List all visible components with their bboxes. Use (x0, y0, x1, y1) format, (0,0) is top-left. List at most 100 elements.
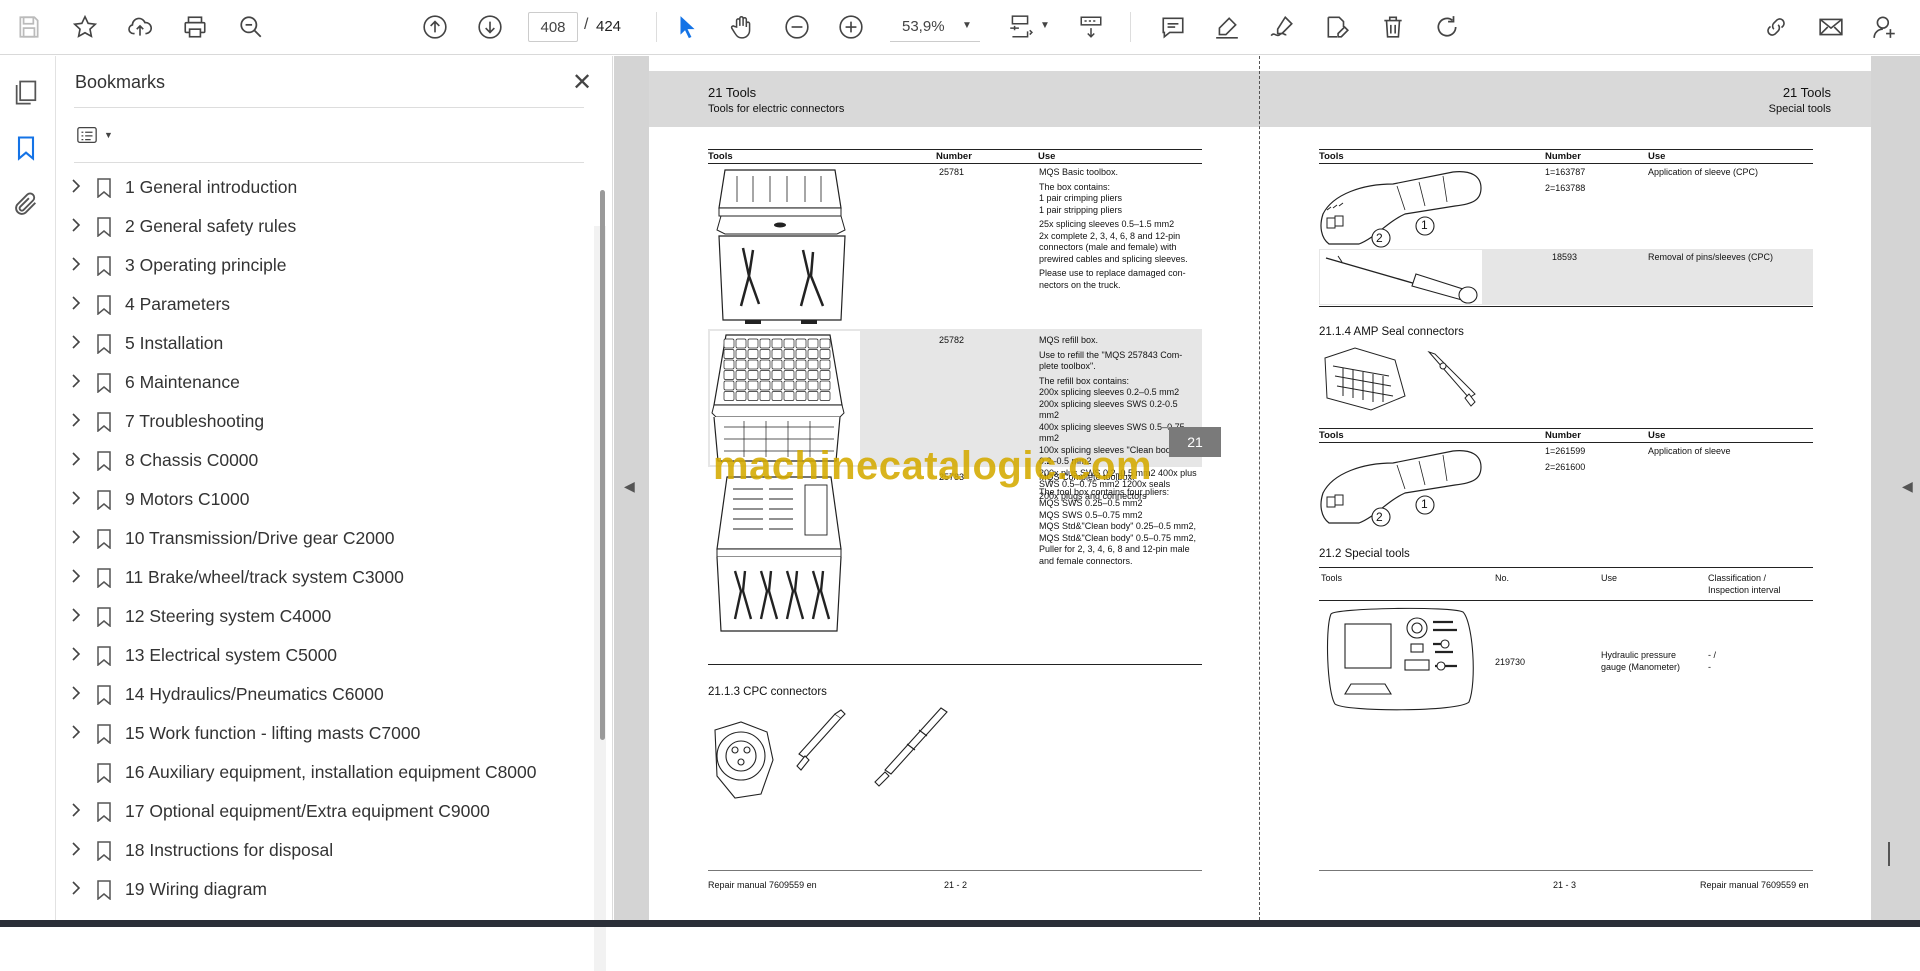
zoom-in-icon[interactable] (836, 12, 866, 42)
watermark-text: machinecatalogic.com (713, 444, 1153, 488)
bookmark-item[interactable]: 17 Optional equipment/Extra equipment C9… (56, 792, 596, 831)
section-amp-title: 21.1.4 AMP Seal connectors (1319, 326, 1464, 338)
email-icon[interactable] (1816, 12, 1846, 42)
bookmark-item[interactable]: 3 Operating principle (56, 246, 596, 285)
scroll-mode-icon[interactable] (1076, 12, 1106, 42)
select-cursor-icon[interactable] (672, 12, 702, 42)
star-icon[interactable] (70, 12, 100, 42)
print-icon[interactable] (180, 12, 210, 42)
fill-sign-icon[interactable] (1322, 12, 1352, 42)
attachment-icon[interactable] (12, 190, 42, 220)
bookmark-item[interactable]: 7 Troubleshooting (56, 402, 596, 441)
add-user-icon[interactable] (1870, 12, 1900, 42)
zoom-out-icon[interactable] (782, 12, 812, 42)
col-header-tools: Tools (1319, 430, 1344, 441)
amp-row1-number-a: 1=261599 (1545, 446, 1586, 456)
table-rule (1319, 567, 1813, 568)
chevron-right-icon[interactable] (71, 452, 83, 469)
share-link-icon[interactable] (1761, 12, 1791, 42)
chevron-right-icon[interactable] (71, 335, 83, 352)
bookmark-panel-icon[interactable] (12, 134, 42, 164)
fit-page-icon[interactable] (1005, 12, 1035, 42)
chevron-right-icon[interactable] (71, 842, 83, 859)
chevron-right-icon[interactable] (71, 218, 83, 235)
special-col-class2: Inspection interval (1708, 585, 1781, 595)
chevron-down-icon[interactable]: ▼ (962, 20, 972, 31)
bookmark-options-button[interactable]: ▼ (74, 120, 124, 150)
bookmark-label: 17 Optional equipment/Extra equipment C9… (125, 801, 490, 821)
delete-trash-icon[interactable] (1378, 12, 1408, 42)
previous-page-icon[interactable] (420, 12, 450, 42)
table-rule (1319, 600, 1813, 601)
draw-signature-icon[interactable] (1267, 12, 1297, 42)
bookmark-label: 2 General safety rules (125, 216, 297, 236)
bookmark-item[interactable]: 14 Hydraulics/Pneumatics C6000 (56, 675, 596, 714)
save-icon[interactable] (14, 12, 44, 42)
chevron-right-icon[interactable] (71, 413, 83, 430)
bookmark-label: 18 Instructions for disposal (125, 840, 334, 860)
use-line: 25x splicing sleeves 0.5–1.5 mm2 (1039, 219, 1175, 229)
chevron-right-icon[interactable] (71, 179, 83, 196)
table-rule (1319, 428, 1813, 429)
callout-2: 2 (1376, 231, 1383, 245)
use-line: 2x complete 2, 3, 4, 6, 8 and 12-pin (1039, 230, 1181, 241)
use-line: MQS SWS 0.25–0.5 mm2 (1039, 498, 1143, 508)
expand-right-panel-icon[interactable]: ◀ (1902, 478, 1913, 495)
page-thumbnails-icon[interactable] (12, 78, 42, 108)
bookmark-item[interactable]: 8 Chassis C0000 (56, 441, 596, 480)
next-page-icon[interactable] (475, 12, 505, 42)
close-icon[interactable]: ✕ (572, 68, 592, 97)
bookmark-label: 7 Troubleshooting (125, 411, 265, 431)
chevron-down-icon[interactable]: ▼ (1040, 20, 1050, 31)
chevron-right-icon[interactable] (71, 491, 83, 508)
bookmark-item[interactable]: 19 Wiring diagram (56, 870, 596, 909)
bookmark-item[interactable]: 10 Transmission/Drive gear C2000 (56, 519, 596, 558)
collapse-left-panel-icon[interactable]: ◀ (624, 478, 635, 495)
bookmark-item[interactable]: 1 General introduction (56, 168, 596, 207)
bookmark-item[interactable]: 18 Instructions for disposal (56, 831, 596, 870)
chevron-right-icon[interactable] (71, 530, 83, 547)
chevron-right-icon[interactable] (71, 725, 83, 742)
bookmark-item[interactable]: 11 Brake/wheel/track system C3000 (56, 558, 596, 597)
chevron-right-icon[interactable] (71, 569, 83, 586)
chevron-right-icon[interactable] (71, 647, 83, 664)
use-line: MQS Basic toolbox. (1039, 167, 1119, 177)
toolbar-divider (1130, 12, 1131, 42)
upload-cloud-icon[interactable] (125, 12, 155, 42)
bookmark-item[interactable]: 12 Steering system C4000 (56, 597, 596, 636)
page-count: 424 (596, 18, 622, 35)
chevron-right-icon[interactable] (71, 296, 83, 313)
scrollbar-thumb[interactable] (600, 190, 605, 740)
zoom-search-icon[interactable] (236, 12, 266, 42)
resize-handle[interactable] (1888, 842, 1890, 866)
col-header-number: Number (1545, 430, 1581, 441)
bookmark-label: 9 Motors C1000 (125, 489, 250, 509)
chevron-right-icon[interactable] (71, 257, 83, 274)
bookmark-item[interactable]: 13 Electrical system C5000 (56, 636, 596, 675)
chevron-right-icon[interactable] (71, 803, 83, 820)
bookmark-item[interactable]: 16 Auxiliary equipment, installation equ… (56, 753, 596, 792)
list-options-icon (77, 127, 97, 143)
highlight-pen-icon[interactable] (1212, 12, 1242, 42)
rotate-icon[interactable] (1432, 12, 1462, 42)
bookmark-item[interactable]: 5 Installation (56, 324, 596, 363)
bookmark-label: 6 Maintenance (125, 372, 240, 392)
section-cpc-title: 21.1.3 CPC connectors (708, 686, 827, 698)
page-number-input[interactable]: 408 (528, 12, 578, 42)
use-line: MQS Std&"Clean body" 0.25–0.5 mm2, (1039, 521, 1196, 531)
bookmark-item[interactable]: 4 Parameters (56, 285, 596, 324)
chevron-right-icon[interactable] (71, 881, 83, 898)
bookmark-item[interactable]: 15 Work function - lifting masts C7000 (56, 714, 596, 753)
bookmark-item[interactable]: 2 General safety rules (56, 207, 596, 246)
chevron-right-icon[interactable] (71, 374, 83, 391)
cpc-connectors-image (714, 707, 948, 799)
chevron-right-icon[interactable] (71, 608, 83, 625)
amp-sleeve-tool-image (1320, 450, 1482, 527)
footer-rule (1319, 870, 1813, 871)
bookmark-label: 11 Brake/wheel/track system C3000 (125, 567, 404, 587)
hand-tool-icon[interactable] (727, 12, 757, 42)
bookmark-item[interactable]: 6 Maintenance (56, 363, 596, 402)
chevron-right-icon[interactable] (71, 686, 83, 703)
bookmark-item[interactable]: 9 Motors C1000 (56, 480, 596, 519)
comment-icon[interactable] (1158, 12, 1188, 42)
